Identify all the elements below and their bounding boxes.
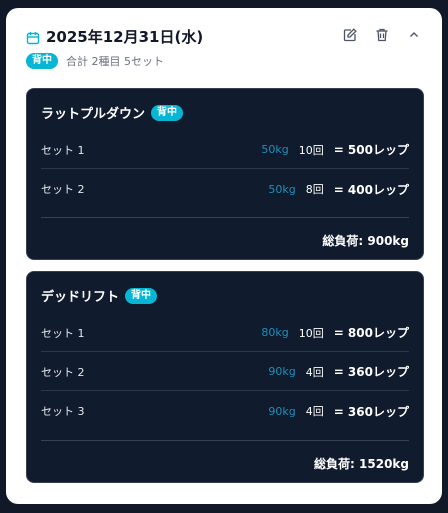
exercise-title: ラットプルダウン 背中 [41,103,184,122]
calendar-icon [26,30,40,45]
set-result: = 360レップ [333,365,409,379]
exercise-title: デッドリフト 背中 [41,286,158,305]
set-result: = 360レップ [333,404,409,419]
body-part-badge: 背中 [26,53,58,69]
set-row: セット 1 50kg 10回 = 500レップ [41,131,409,169]
exercise-badge: 背中 [125,287,158,304]
set-reps: 4回 [305,365,324,379]
workout-date: 2025年12月31日(水) [46,28,204,46]
set-reps: 10回 [298,143,324,157]
set-weight: 90kg [268,365,296,378]
set-row: セット 2 50kg 8回 = 400レップ [41,170,409,208]
exercise-badge: 背中 [151,104,184,121]
set-weight: 80kg [261,326,289,339]
exercise-panel: ラットプルダウン 背中 セット 1 50kg 10回 = 500レップ セット … [26,88,424,260]
divider [41,440,409,441]
card-header: 2025年12月31日(水) [26,26,422,48]
set-label: セット 1 [41,143,85,157]
set-values: 50kg 10回 = 500レップ [261,141,409,158]
set-values: 50kg 8回 = 400レップ [268,181,409,198]
set-weight: 50kg [268,182,296,196]
set-label: セット 2 [41,365,85,379]
set-weight: 90kg [268,404,296,418]
divider [41,217,409,218]
workout-card: 2025年12月31日(水) 背中 合計 2種目 5セット ラットプルダウン 背… [6,8,442,504]
exercise-total: 総負荷: 1520kg [314,457,409,471]
set-row: セット 1 80kg 10回 = 800レップ [41,314,409,352]
exercise-panel: デッドリフト 背中 セット 1 80kg 10回 = 800レップ セット 2 … [26,271,424,483]
set-result: = 500レップ [333,143,409,157]
set-values: 90kg 4回 = 360レップ [268,363,409,380]
set-label: セット 3 [41,405,85,418]
exercise-name: ラットプルダウン [41,107,146,122]
set-row: セット 3 90kg 4回 = 360レップ [41,392,409,430]
set-reps: 8回 [305,183,324,196]
header-actions [342,26,422,44]
workout-summary: 合計 2種目 5セット [66,55,164,68]
set-label: セット 1 [41,326,85,340]
summary-line: 背中 合計 2種目 5セット [26,53,164,69]
set-values: 90kg 4回 = 360レップ [268,403,409,420]
exercise-name: デッドリフト [41,290,120,305]
trash-icon[interactable] [374,27,390,43]
set-row: セット 2 90kg 4回 = 360レップ [41,353,409,391]
chevron-up-icon[interactable] [406,27,422,43]
set-reps: 10回 [298,326,324,340]
set-values: 80kg 10回 = 800レップ [261,324,409,341]
set-result: = 800レップ [333,326,409,340]
set-label: セット 2 [41,183,85,196]
exercise-total: 総負荷: 900kg [322,234,409,248]
edit-icon[interactable] [342,27,358,43]
set-weight: 50kg [261,143,289,156]
set-reps: 4回 [305,405,324,418]
set-result: = 400レップ [333,182,409,197]
